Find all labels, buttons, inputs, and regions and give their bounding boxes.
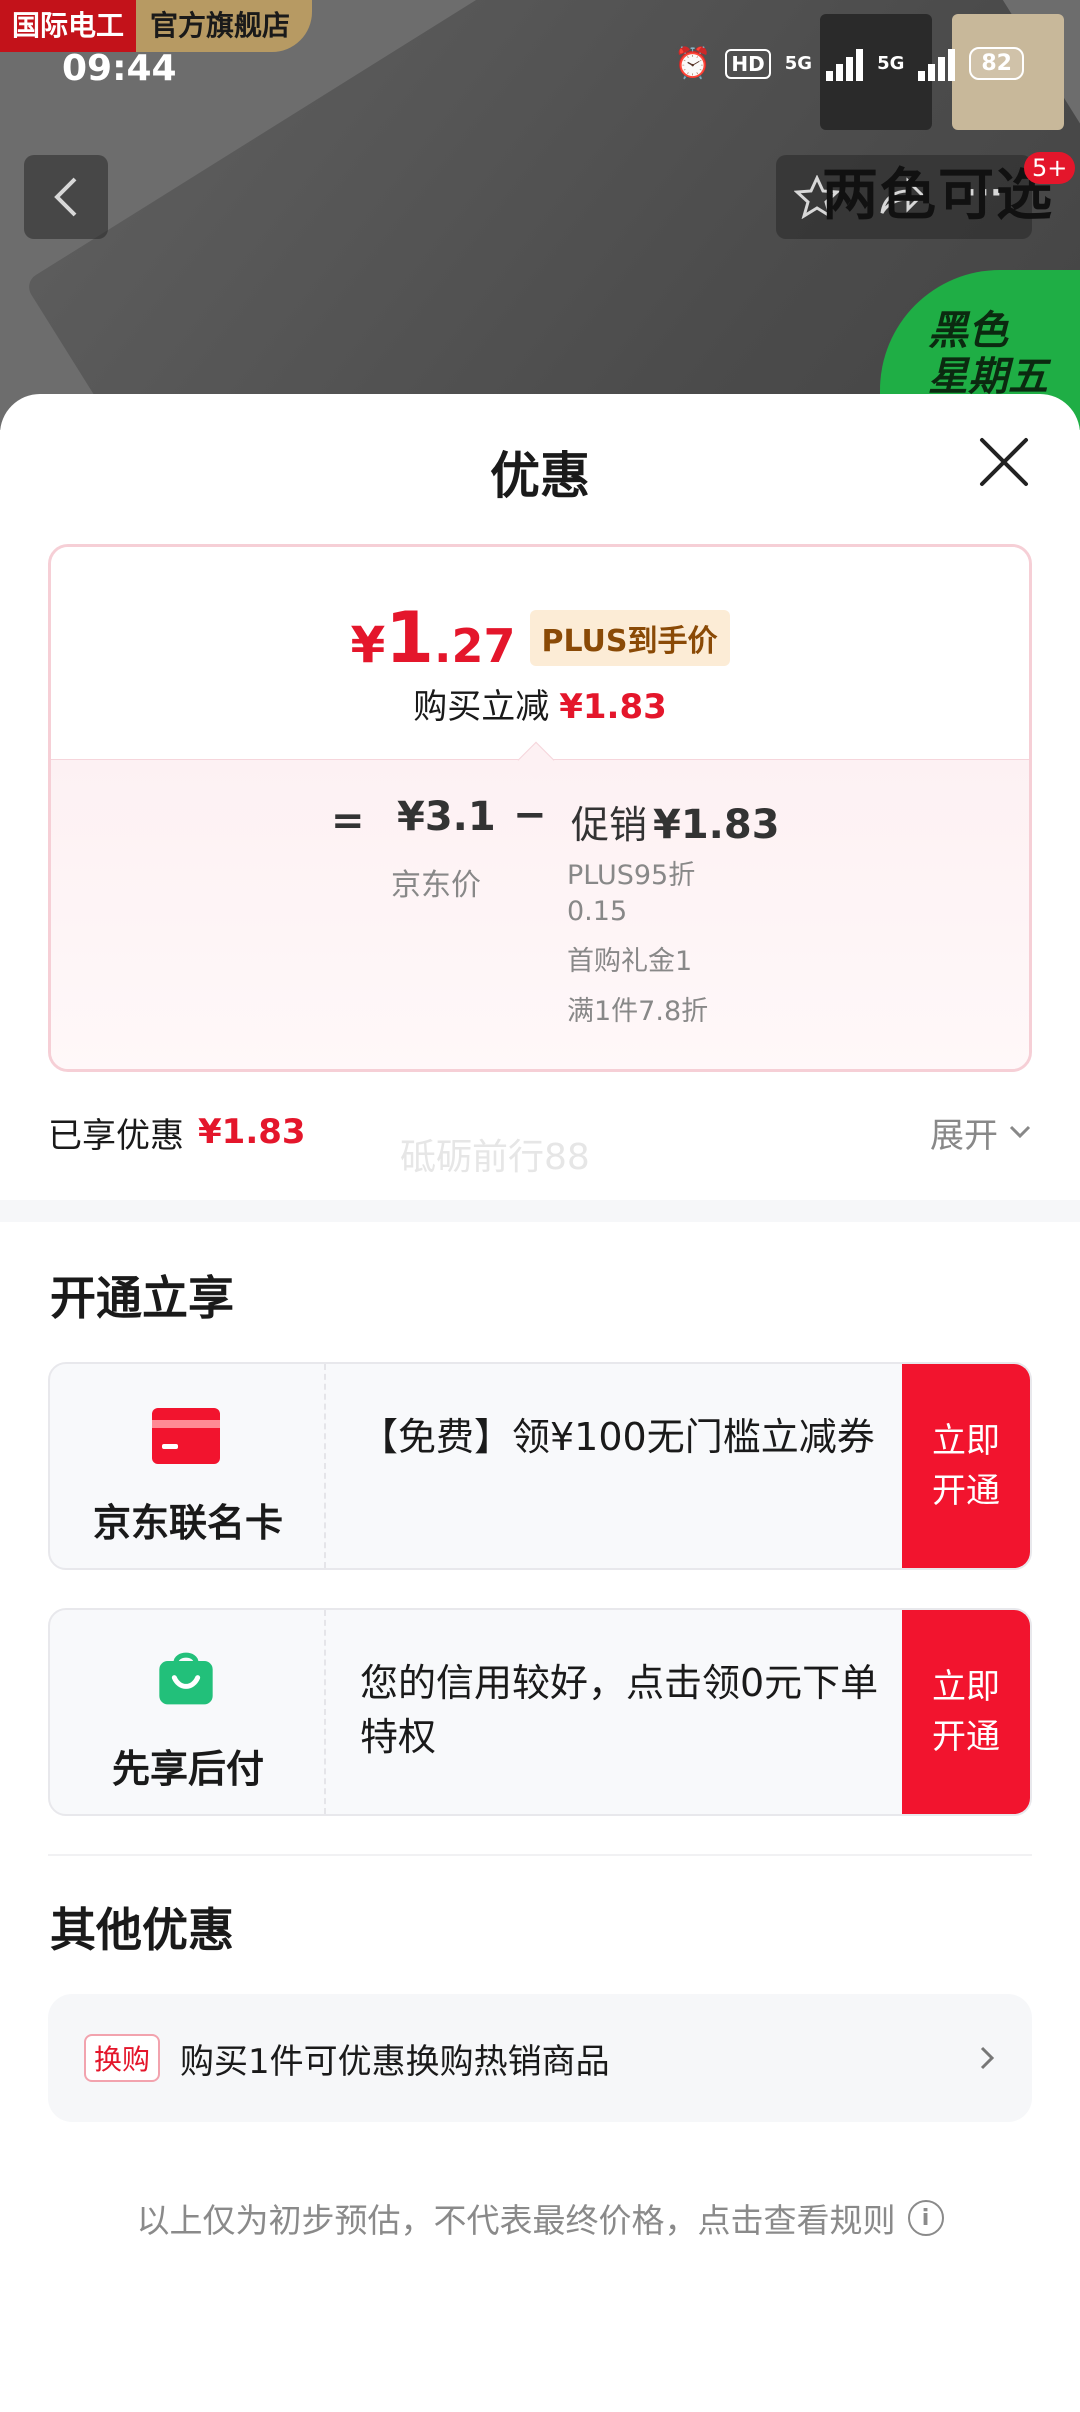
promo-detail: 满1件7.8折 [567,996,709,1027]
other-section-title: 其他优惠 [50,1903,234,1957]
credit-card-icon [152,1408,220,1464]
final-price-row: ¥1.27 PLUS到手价 [51,597,1029,679]
section-divider [0,1200,1080,1222]
chevron-down-icon [1009,1125,1031,1139]
swap-offer-row[interactable]: 换购 购买1件可优惠换购热销商品 [48,1994,1032,2122]
promo-detail: PLUS95折 [567,860,696,891]
swap-tag: 换购 [84,2034,161,2082]
offer-card-left: 京东联名卡 [50,1364,326,1568]
promo-detail: 0.15 [567,896,628,927]
alarm-icon: ⏰ [674,46,712,81]
open-section-title: 开通立享 [50,1271,234,1325]
signal-icon-2 [918,47,956,81]
enjoyed-label: 已享优惠 [48,1115,184,1156]
equals-sign: = [331,798,365,844]
swap-offer-text: 购买1件可优惠换购热销商品 [180,2041,610,2082]
battery-indicator: 82 [969,47,1024,80]
open-now-button[interactable]: 立即开通 [902,1364,1030,1568]
jd-price-label: 京东价 [391,868,481,903]
sheet-title: 优惠 [490,447,590,505]
promo-headline: 两色可选 [822,163,1054,228]
expand-button[interactable]: 展开 [930,1108,1032,1157]
net-label-1: 5G [784,53,813,74]
price-currency: ¥ [350,616,386,674]
watermark: 砥砺前行88 [400,1137,590,1178]
section-hairline [48,1854,1032,1856]
open-now-button[interactable]: 立即开通 [902,1610,1030,1814]
promo-label: 促销 [571,803,648,847]
cart-badge: 5+ [1024,152,1076,184]
minus-sign: − [513,792,547,838]
shopping-bag-icon [159,1652,213,1705]
price-summary: ¥1.27 PLUS到手价 购买立减 ¥1.83 [51,547,1029,759]
back-button[interactable] [24,155,108,239]
instant-discount: 购买立减 ¥1.83 [51,679,1029,728]
hd-icon: HD [725,48,771,79]
instant-discount-value: ¥1.83 [559,687,667,727]
price-integer: 1 [385,597,434,679]
enjoyed-value: ¥1.83 [198,1112,306,1152]
offer-description: 您的信用较好，点击领0元下单特权 [360,1661,879,1759]
instant-discount-label: 购买立减 [413,687,550,727]
promo-value: ¥1.83 [653,802,780,848]
offer-card-left: 先享后付 [50,1610,326,1814]
product-page-backdrop: 国际电工 官方旗舰店 09:44 ⏰ HD 5G 5G 82 ··· 两色可选 … [0,0,1080,430]
info-icon: i [907,2200,944,2236]
price-calculation: = ¥3.1 − 促销 ¥1.83 京东价 PLUS95折 0.15 首购礼金1 … [51,759,1029,1069]
promo-total: 促销 ¥1.83 [571,794,780,849]
offer-card-paylater[interactable]: 先享后付 您的信用较好，点击领0元下单特权 立即开通 [48,1608,1032,1816]
offer-card-cobrand[interactable]: 京东联名卡 【免费】领¥100无门槛立减券 立即开通 [48,1362,1032,1570]
chevron-left-icon [54,177,77,217]
offer-description: 【免费】领¥100无门槛立减券 [360,1415,875,1459]
status-icons: ⏰ HD 5G 5G 82 [674,46,1024,81]
offer-name: 先享后付 [111,1747,264,1791]
promo-green-text: 黑色 星期五 [928,308,1048,400]
store-brand: 国际电工 [0,0,137,52]
status-time: 09:44 [62,48,177,89]
close-icon[interactable] [976,434,1032,490]
promo-detail: 首购礼金1 [567,946,693,977]
jd-price: ¥3.1 [397,794,496,840]
net-label-2: 5G [877,53,905,74]
signal-icon [826,47,864,81]
expand-label: 展开 [930,1115,998,1156]
price-breakdown-card: ¥1.27 PLUS到手价 购买立减 ¥1.83 = ¥3.1 − 促销 ¥1.83… [48,544,1032,1072]
final-price: ¥1.27 [350,597,515,679]
store-tag: 国际电工 官方旗舰店 [0,0,313,52]
footnote-text: 以上仅为初步预估，不代表最终价格，点击查看规则 [136,2201,896,2240]
plus-price-tag: PLUS到手价 [529,610,730,666]
chevron-right-icon [980,2046,995,2070]
store-suffix: 官方旗舰店 [136,0,313,52]
discount-sheet: 优惠 ¥1.27 PLUS到手价 购买立减 ¥1.83 = ¥3.1 − 促销 ¥1… [0,394,1080,2412]
offer-name: 京东联名卡 [92,1501,283,1545]
price-rules-footnote[interactable]: 以上仅为初步预估，不代表最终价格，点击查看规则 i [0,2194,1080,2242]
promo-green-line1: 黑色 [928,308,1008,354]
price-decimal: .27 [434,619,516,673]
promo-details: PLUS95折 0.15 首购礼金1 满1件7.8折 [567,858,708,1030]
